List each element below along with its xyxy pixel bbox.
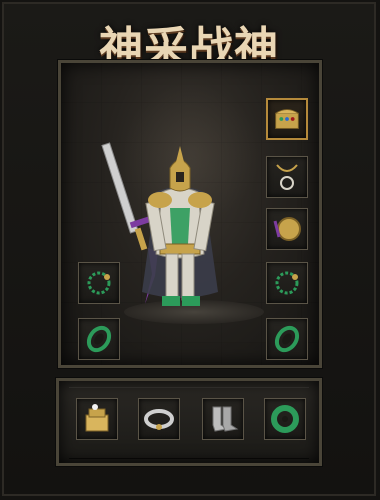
belt-icon <box>144 409 174 430</box>
jade-ring-icon <box>271 405 299 433</box>
equipment-slot-right-2[interactable] <box>266 156 308 198</box>
character-figure <box>100 136 260 326</box>
treasure-chest-icon <box>275 109 299 129</box>
bottom-slot-3[interactable] <box>202 398 244 440</box>
equipment-slot-left-2[interactable] <box>78 318 120 360</box>
equipment-slot-left-1[interactable] <box>78 262 120 304</box>
necklace-icon <box>276 164 298 190</box>
equipment-slot-right-4[interactable] <box>266 262 308 304</box>
equipment-slot-right-3[interactable] <box>266 208 308 250</box>
bottom-slot-4[interactable] <box>264 398 306 440</box>
bracelet-icon <box>87 271 111 295</box>
jade-bracelet-icon <box>86 325 112 353</box>
bottom-slot-1[interactable] <box>76 398 118 440</box>
gold-box-icon <box>85 404 109 432</box>
bottom-slot-2[interactable] <box>138 398 180 440</box>
bracelet-icon <box>275 271 299 295</box>
equipment-slot-right-1[interactable] <box>266 98 308 140</box>
equipment-slot-right-5[interactable] <box>266 318 308 360</box>
medal-icon <box>273 217 301 241</box>
jade-bracelet-icon <box>274 325 300 353</box>
boots-icon <box>212 406 239 432</box>
